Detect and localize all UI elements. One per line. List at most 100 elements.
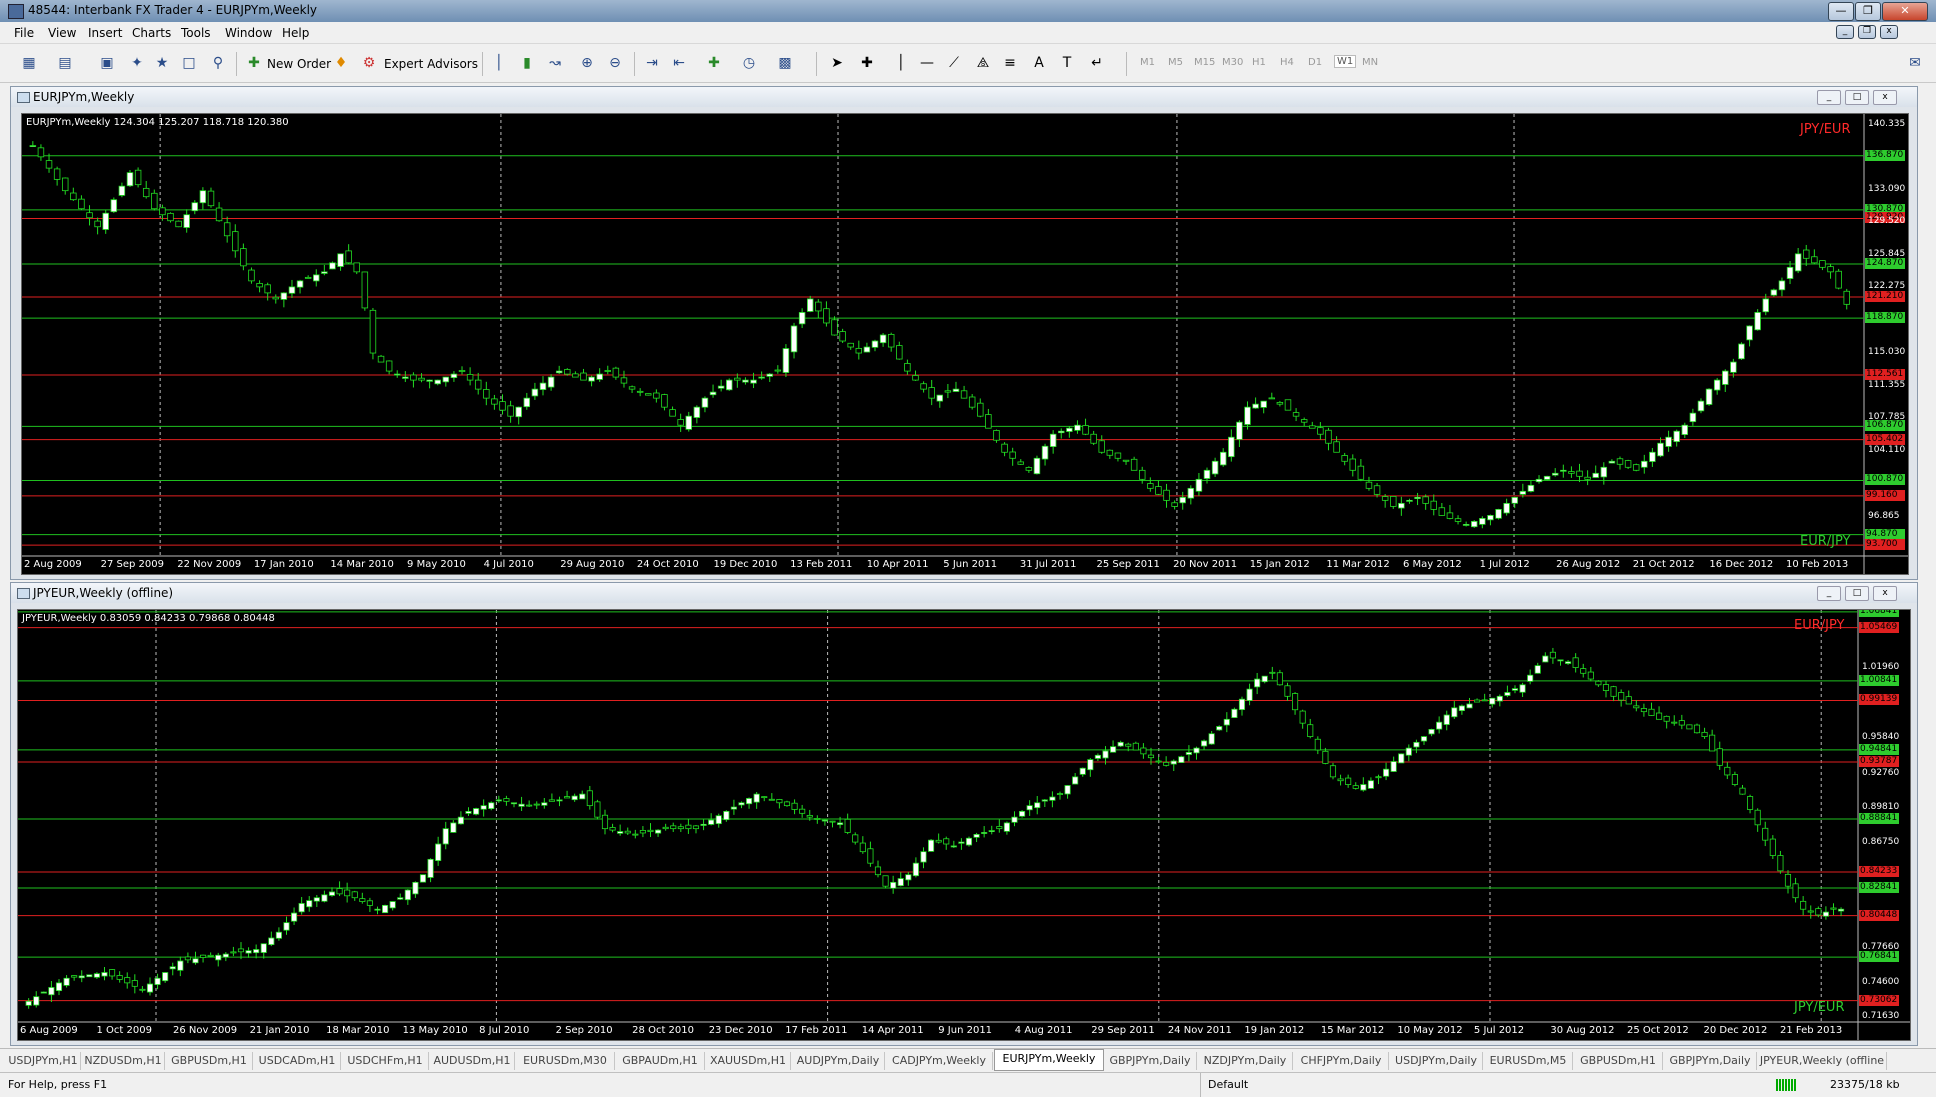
minimize-button[interactable]: —	[1828, 2, 1854, 21]
candle	[1405, 744, 1412, 762]
auto-scroll-icon[interactable]: ⇥	[643, 54, 661, 72]
zoom-out-icon[interactable]: ⊖	[606, 54, 624, 72]
chart-tab[interactable]: AUDUSDm,H1	[430, 1052, 515, 1070]
menu-insert[interactable]: Insert	[88, 26, 122, 40]
chart-close-button[interactable]: x	[1873, 586, 1897, 601]
chart-tab[interactable]: EURUSDm,M5	[1484, 1052, 1573, 1070]
chart-tab[interactable]: EURJPYm,Weekly	[994, 1049, 1104, 1071]
y-tick-label: 129.520	[1868, 216, 1906, 227]
periods-icon[interactable]: ◷	[740, 54, 758, 72]
trendline-icon[interactable]: ⟋	[945, 54, 963, 72]
chart-tab[interactable]: GBPUSDm,H1	[166, 1052, 253, 1070]
text-icon[interactable]: A	[1030, 54, 1048, 72]
chart-minimize-button[interactable]: _	[1817, 586, 1841, 601]
horizontal-line-icon[interactable]: —	[918, 54, 936, 72]
chart-tab[interactable]: GBPJPYm,Daily	[1664, 1052, 1757, 1070]
menu-window[interactable]: Window	[225, 26, 272, 40]
chart-tab[interactable]: GBPAUDm,H1	[616, 1052, 705, 1070]
bar-chart-icon[interactable]: │	[490, 54, 508, 72]
chart-minimize-button[interactable]: _	[1817, 90, 1841, 105]
price-chart-eurjpy[interactable]: 136.870 130.870 124.870 118.870 106.870 100.8…	[21, 113, 1909, 575]
chart-tab[interactable]: USDJPYm,H1	[6, 1052, 81, 1070]
line-chart-icon[interactable]: ↝	[546, 54, 564, 72]
chart-tab[interactable]: JPYEUR,Weekly (offline	[1758, 1052, 1887, 1070]
crosshair-icon[interactable]: ✚	[858, 54, 876, 72]
x-tick-label: 10 May 2012	[1397, 1025, 1463, 1036]
terminal-icon[interactable]: □	[180, 54, 198, 72]
chart-shift-icon[interactable]: ⇤	[670, 54, 688, 72]
chart-window-eurjpy[interactable]: EURJPYm,Weekly _ □ x 136.870 130.870 124.8…	[10, 86, 1918, 580]
mdi-restore-button[interactable]: ❐	[1858, 25, 1876, 39]
chart-tab[interactable]: GBPUSDm,H1	[1574, 1052, 1663, 1070]
candlestick-icon[interactable]: ▮	[518, 54, 536, 72]
candle	[928, 379, 935, 406]
candle	[175, 220, 182, 228]
menu-view[interactable]: View	[48, 26, 76, 40]
chart-tab[interactable]: CADJPYm,Weekly	[886, 1052, 993, 1070]
candle	[821, 819, 828, 826]
tf-h1[interactable]: H1	[1252, 57, 1266, 68]
strategy-tester-icon[interactable]: ⚲	[209, 54, 227, 72]
chart-window-jpyeur[interactable]: JPYEUR,Weekly (offline) _ □ x 1.06841 1.0…	[10, 582, 1918, 1046]
y-tick-label: 140.335	[1868, 118, 1906, 129]
chart-tab[interactable]: USDCHFm,H1	[342, 1052, 429, 1070]
chart-tab[interactable]: EURUSDm,M30	[516, 1052, 615, 1070]
fibonacci-icon[interactable]: ≡	[1001, 54, 1019, 72]
chart-maximize-button[interactable]: □	[1845, 586, 1869, 601]
templates-icon[interactable]: ▩	[776, 54, 794, 72]
tf-m30[interactable]: M30	[1222, 57, 1243, 68]
chart-tab[interactable]: USDCADm,H1	[254, 1052, 341, 1070]
expert-advisors-button[interactable]: Expert Advisors	[384, 57, 478, 71]
candle	[709, 384, 717, 398]
chart-tab[interactable]: NZDJPYm,Daily	[1198, 1052, 1293, 1070]
menu-charts[interactable]: Charts	[132, 26, 171, 40]
tf-h4[interactable]: H4	[1280, 57, 1294, 68]
tf-m5[interactable]: M5	[1168, 57, 1183, 68]
arrows-icon[interactable]: ↵	[1088, 54, 1106, 72]
new-order-icon[interactable]: ✚	[245, 54, 263, 72]
candle	[1034, 795, 1041, 815]
chart-close-button[interactable]: x	[1873, 90, 1897, 105]
mdi-close-button[interactable]: x	[1880, 25, 1898, 39]
text-label-icon[interactable]: T	[1058, 54, 1076, 72]
candle	[361, 271, 369, 311]
zoom-in-icon[interactable]: ⊕	[578, 54, 596, 72]
chart-tab[interactable]: CHFJPYm,Daily	[1294, 1052, 1389, 1070]
tf-mn[interactable]: MN	[1362, 57, 1378, 68]
tf-d1[interactable]: D1	[1308, 57, 1322, 68]
tf-m1[interactable]: M1	[1140, 57, 1155, 68]
profiles-icon[interactable]: ▤	[56, 54, 74, 72]
candle	[1011, 811, 1018, 827]
close-button[interactable]: ✕	[1882, 2, 1928, 21]
vertical-line-icon[interactable]: │	[892, 54, 910, 72]
data-window-icon[interactable]: ★	[153, 54, 171, 72]
chart-tab[interactable]: GBPJPYm,Daily	[1104, 1052, 1197, 1070]
restore-button[interactable]: ❐	[1855, 2, 1881, 21]
new-order-button[interactable]: New Order	[267, 57, 331, 71]
chart-tab[interactable]: USDJPYm,Daily	[1390, 1052, 1483, 1070]
price-chart-jpyeur[interactable]: 1.06841 1.00841 0.94841 0.88841 0.82841 0.768…	[17, 609, 1911, 1041]
channel-icon[interactable]: ⧌	[974, 54, 992, 72]
market-watch-icon[interactable]: ▣	[98, 54, 116, 72]
tf-m15[interactable]: M15	[1194, 57, 1215, 68]
chart-tab[interactable]: NZDUSDm,H1	[82, 1052, 165, 1070]
expert-advisors-icon[interactable]: ⚙	[360, 54, 378, 72]
notifications-icon[interactable]: ✉	[1906, 54, 1924, 72]
navigator-icon[interactable]: ✦	[128, 54, 146, 72]
chart-tab[interactable]: AUDJPYm,Daily	[792, 1052, 885, 1070]
menu-file[interactable]: File	[14, 26, 34, 40]
metaeditor-icon[interactable]: ♦	[332, 54, 350, 72]
indicators-icon[interactable]: ✚	[705, 54, 723, 72]
menu-tools[interactable]: Tools	[181, 26, 211, 40]
chart-tab[interactable]: XAUUSDm,H1	[706, 1052, 791, 1070]
chart-maximize-button[interactable]: □	[1845, 90, 1869, 105]
mdi-minimize-button[interactable]: _	[1836, 25, 1854, 39]
menu-help[interactable]: Help	[282, 26, 309, 40]
candle	[799, 804, 806, 818]
candle	[1203, 467, 1211, 484]
candle	[313, 894, 320, 907]
cursor-icon[interactable]: ➤	[828, 54, 846, 72]
new-chart-icon[interactable]: ▦	[20, 54, 38, 72]
tf-w1[interactable]: W1	[1334, 55, 1357, 68]
chart-window-header: EURJPYm,Weekly _ □ x	[11, 87, 1917, 107]
